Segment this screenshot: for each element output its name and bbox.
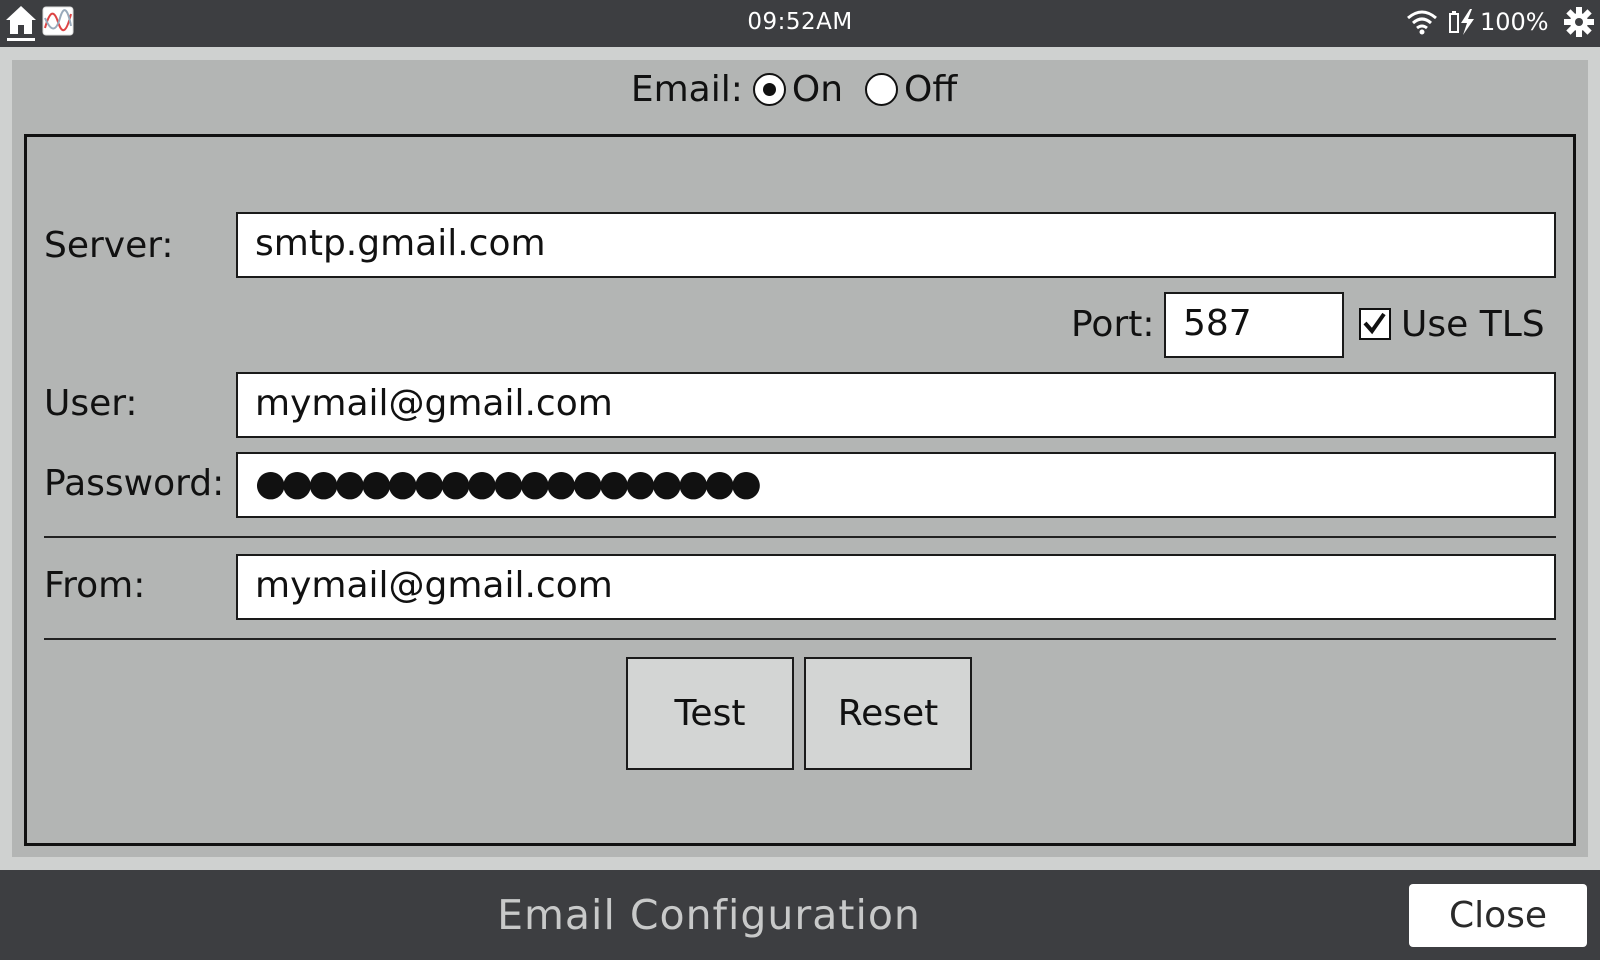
server-label: Server:: [44, 225, 174, 266]
password-input[interactable]: ●●●●●●●●●●●●●●●●●●●: [236, 452, 1556, 518]
battery-charging-icon: [1448, 7, 1482, 37]
status-bar: 09:52AM 100%: [0, 0, 1600, 47]
password-label: Password:: [44, 463, 225, 504]
user-label: User:: [44, 383, 138, 424]
gear-icon[interactable]: [1563, 6, 1595, 38]
battery-percent: 100%: [1480, 8, 1549, 36]
email-off-radio[interactable]: [865, 72, 899, 106]
server-input[interactable]: smtp.gmail.com: [236, 212, 1556, 278]
port-input[interactable]: 587: [1164, 292, 1344, 358]
test-button[interactable]: Test: [626, 657, 794, 770]
email-on-radio[interactable]: [752, 72, 786, 106]
divider: [44, 536, 1556, 538]
from-input[interactable]: mymail@gmail.com: [236, 554, 1556, 620]
email-off-label[interactable]: Off: [904, 69, 957, 110]
email-on-label[interactable]: On: [792, 69, 843, 110]
divider: [44, 638, 1556, 640]
close-button[interactable]: Close: [1409, 884, 1587, 947]
reset-button[interactable]: Reset: [804, 657, 972, 770]
use-tls-checkbox[interactable]: [1359, 308, 1391, 340]
clock-time: 09:52AM: [747, 9, 853, 35]
page-title: Email Configuration: [497, 891, 921, 939]
user-input[interactable]: mymail@gmail.com: [236, 372, 1556, 438]
radio-selected-dot: [762, 82, 776, 96]
email-toggle-row: Email: On Off: [0, 62, 1600, 116]
checkmark-icon: [1363, 312, 1386, 335]
use-tls-label[interactable]: Use TLS: [1401, 303, 1545, 347]
bottom-bar: Email Configuration Close: [0, 870, 1600, 960]
wifi-icon: [1406, 9, 1438, 35]
port-label: Port:: [1071, 304, 1155, 345]
email-toggle-label: Email:: [630, 68, 743, 110]
from-label: From:: [44, 565, 146, 606]
